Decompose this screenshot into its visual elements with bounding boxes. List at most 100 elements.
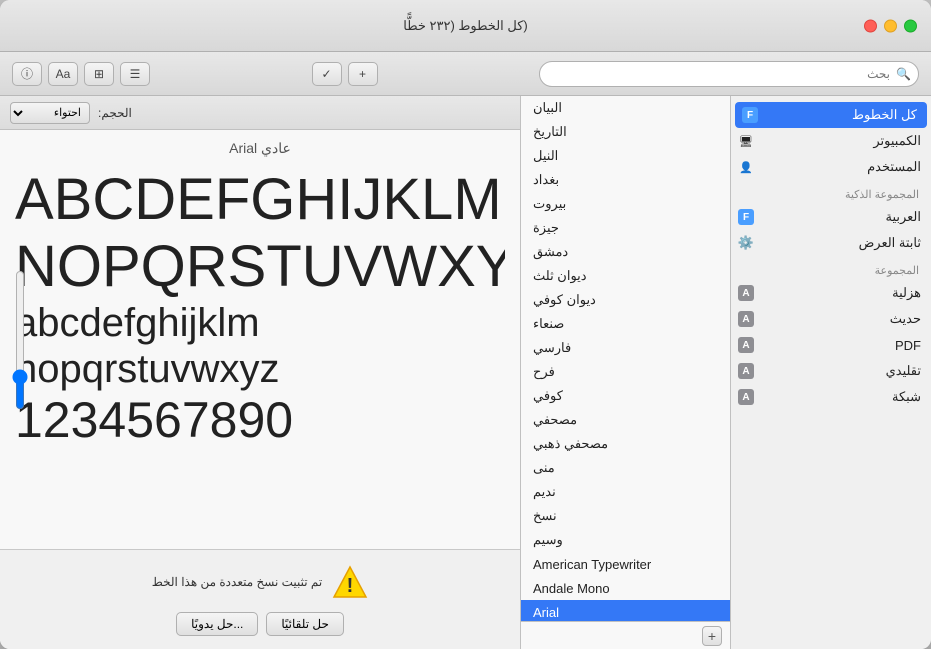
preview-header: الحجم: احتواء <box>0 96 520 130</box>
manual-resolve-button[interactable]: ...حل يدويًا <box>176 612 258 636</box>
font-preview-button[interactable]: Aa <box>48 62 78 86</box>
sidebar-icon: 👤 <box>739 161 753 174</box>
preview-line-1: ABCDEFGHIJKLM <box>15 167 505 234</box>
sidebar-item-شبكة[interactable]: شبكة A <box>731 384 931 410</box>
font-list-item[interactable]: كوفي <box>521 384 730 408</box>
main-window: (كل الخطوط (٢٣٢ خطًّا ⓘ Aa ⊞ ☰ ✓ <box>0 0 931 649</box>
sidebar-item-label: هزلية <box>761 285 921 301</box>
preview-panel: الحجم: احتواء عادي Arial ABCDEFGHIJKLM N… <box>0 96 521 649</box>
svg-text:!: ! <box>347 575 354 597</box>
font-list-item[interactable]: النيل <box>521 144 730 168</box>
font-type-badge: A <box>738 363 754 379</box>
sidebar-item-تقليدي[interactable]: تقليدي A <box>731 358 931 384</box>
size-slider[interactable] <box>10 270 30 410</box>
sidebar-item-المستخدم[interactable]: المستخدم 👤 <box>731 154 931 180</box>
sidebar-item-هزلية[interactable]: هزلية A <box>731 280 931 306</box>
preview-area: عادي Arial ABCDEFGHIJKLM NOPQRSTUVWXYZ a… <box>0 130 520 549</box>
toolbar-middle: ✓ + <box>312 62 378 86</box>
gear-icon: ⚙️ <box>738 235 754 251</box>
sidebar-item-ثابتة-العرض[interactable]: ثابتة العرض ⚙️ <box>731 230 931 256</box>
font-type-badge: A <box>738 311 754 327</box>
search-icon: 🔍 <box>896 67 911 81</box>
sidebar-item-icon: F <box>741 107 759 123</box>
font-list-item[interactable]: مصحفي <box>521 408 730 432</box>
font-list-panel: البيانالتاريخالنيلبغدادبيروتجيزةدمشقديوا… <box>521 96 731 649</box>
size-dropdown[interactable]: احتواء <box>10 102 90 124</box>
font-list-item[interactable]: بيروت <box>521 192 730 216</box>
warning-area: ! تم تثبيت نسخ متعددة من هذا الخط حل تلق… <box>0 549 520 649</box>
font-list-item[interactable]: جيزة <box>521 216 730 240</box>
toolbar-right-buttons: ⓘ Aa ⊞ ☰ <box>12 62 150 86</box>
add-font-button[interactable]: + <box>702 626 722 646</box>
font-badge-icon: F <box>742 107 758 123</box>
font-type-badge: A <box>738 337 754 353</box>
font-list-item[interactable]: American Typewriter <box>521 552 730 576</box>
preview-line-4: nopqrstuvwxyz <box>15 346 505 392</box>
sidebar-item-العربية[interactable]: العربيةF <box>731 204 931 230</box>
sidebar-item-كل-الخطوط[interactable]: كل الخطوطF <box>735 102 927 128</box>
font-type-badge: A <box>738 389 754 405</box>
sidebar-item-icon: A <box>737 285 755 301</box>
sidebar-item-icon: A <box>737 311 755 327</box>
sidebar-item-label: المستخدم <box>761 159 921 175</box>
font-list-item[interactable]: صنعاء <box>521 312 730 336</box>
info-button[interactable]: ⓘ <box>12 62 42 86</box>
sidebar-item-label: ثابتة العرض <box>761 235 921 251</box>
sidebar-item-icon: A <box>737 389 755 405</box>
sidebar-section-header: المجموعة <box>731 256 931 280</box>
toolbar: ⓘ Aa ⊞ ☰ ✓ + 🔍 <box>0 52 931 96</box>
sidebar-item-PDF[interactable]: PDFA <box>731 332 931 358</box>
font-list-item[interactable]: بغداد <box>521 168 730 192</box>
font-list-item[interactable]: وسيم <box>521 528 730 552</box>
preview-line-3: abcdefghijklm <box>15 300 505 346</box>
sidebar-item-icon: ⚙️ <box>737 235 755 251</box>
search-bar: 🔍 <box>539 61 919 87</box>
font-preview: ABCDEFGHIJKLM NOPQRSTUVWXYZ abcdefghijkl… <box>15 167 505 450</box>
font-list-bottom: + <box>521 621 730 649</box>
window-title: (كل الخطوط (٢٣٢ خطًّا <box>403 18 528 34</box>
font-list-item[interactable]: Andale Mono <box>521 576 730 600</box>
warning-content: ! تم تثبيت نسخ متعددة من هذا الخط <box>152 564 369 600</box>
close-button[interactable] <box>864 19 877 32</box>
font-list: البيانالتاريخالنيلبغدادبيروتجيزةدمشقديوا… <box>521 96 730 621</box>
font-list-item[interactable]: منى <box>521 456 730 480</box>
grid-button[interactable]: ⊞ <box>84 62 114 86</box>
main-content: الحجم: احتواء عادي Arial ABCDEFGHIJKLM N… <box>0 96 931 649</box>
sidebar-section-header: المجموعة الذكية <box>731 180 931 204</box>
font-list-item[interactable]: فارسي <box>521 336 730 360</box>
font-list-item[interactable]: Arial <box>521 600 730 621</box>
preview-line-2: NOPQRSTUVWXYZ <box>15 234 505 301</box>
slider-area <box>10 190 30 489</box>
minimize-button[interactable] <box>884 19 897 32</box>
sidebar-item-icon: A <box>737 337 755 353</box>
sidebar-item-حديث[interactable]: حديث A <box>731 306 931 332</box>
sidebar-item-label: شبكة <box>761 389 921 405</box>
sidebar-item-الكمبيوتر[interactable]: الكمبيوتر🖥 <box>731 128 931 154</box>
maximize-button[interactable] <box>904 19 917 32</box>
sidebar-item-label: حديث <box>761 311 921 327</box>
auto-resolve-button[interactable]: حل تلقائيًا <box>266 612 344 636</box>
font-list-item[interactable]: مصحفي ذهبي <box>521 432 730 456</box>
sidebar-item-icon: F <box>737 209 755 225</box>
sidebar-item-icon: 👤 <box>737 159 755 175</box>
preview-line-5: 1234567890 <box>15 392 505 450</box>
font-name-label: عادي Arial <box>15 140 505 157</box>
menu-button[interactable]: ☰ <box>120 62 150 86</box>
check-button[interactable]: ✓ <box>312 62 342 86</box>
add-button[interactable]: + <box>348 62 378 86</box>
warning-buttons: حل تلقائيًا ...حل يدويًا <box>176 612 344 636</box>
size-label: الحجم: <box>98 106 132 120</box>
font-list-item[interactable]: دمشق <box>521 240 730 264</box>
sidebar-item-label: تقليدي <box>761 363 921 379</box>
search-input[interactable] <box>539 61 919 87</box>
font-list-item[interactable]: نسخ <box>521 504 730 528</box>
font-list-item[interactable]: ديوان كوفي <box>521 288 730 312</box>
font-list-item[interactable]: البيان <box>521 96 730 120</box>
font-list-item[interactable]: فرح <box>521 360 730 384</box>
sidebar-item-icon: A <box>737 363 755 379</box>
font-list-item[interactable]: نديم <box>521 480 730 504</box>
font-list-item[interactable]: التاريخ <box>521 120 730 144</box>
sidebar: كل الخطوطFالكمبيوتر🖥 المستخدم 👤 المجموعة ال… <box>731 96 931 649</box>
sidebar-item-icon: 🖥 <box>737 133 755 149</box>
font-list-item[interactable]: ديوان ثلث <box>521 264 730 288</box>
